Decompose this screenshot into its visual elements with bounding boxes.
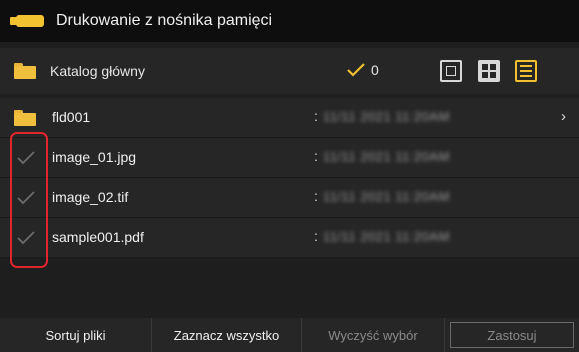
usb-drive-icon bbox=[10, 14, 44, 28]
list-view-button[interactable] bbox=[515, 60, 537, 82]
separator: : bbox=[314, 188, 318, 204]
item-name: image_02.tif bbox=[52, 189, 129, 205]
title-bar: Drukowanie z nośnika pamięci bbox=[0, 0, 579, 42]
empty-area bbox=[0, 274, 579, 314]
selected-count: 0 bbox=[346, 62, 379, 78]
thumbnail-view-button[interactable] bbox=[478, 60, 500, 82]
item-name: sample001.pdf bbox=[52, 229, 144, 245]
select-all-button[interactable]: Zaznacz wszystko bbox=[152, 318, 302, 352]
item-name: image_01.jpg bbox=[52, 149, 137, 165]
page-title: Drukowanie z nośnika pamięci bbox=[56, 12, 273, 29]
file-row-sample001[interactable]: sample001.pdf : 11/11 2021 11:20AM bbox=[0, 218, 579, 258]
clear-selection-button[interactable]: Wyczyść wybór bbox=[302, 318, 445, 352]
selected-count-value: 0 bbox=[371, 62, 379, 78]
highlight-box bbox=[10, 132, 48, 268]
folder-icon bbox=[14, 63, 36, 79]
screen: Drukowanie z nośnika pamięci Katalog głó… bbox=[0, 0, 579, 352]
checkmark-icon bbox=[347, 63, 365, 77]
chevron-right-icon: › bbox=[561, 108, 566, 125]
separator: : bbox=[314, 108, 318, 124]
apply-button-container: Zastosuj bbox=[445, 318, 579, 352]
item-date: 11/11 2021 11:20AM bbox=[323, 109, 450, 124]
sort-files-button[interactable]: Sortuj pliki bbox=[0, 318, 152, 352]
apply-button[interactable]: Zastosuj bbox=[450, 322, 574, 348]
folder-row-fld001[interactable]: fld001 : 11/11 2021 11:20AM › bbox=[0, 98, 579, 138]
file-row-image-02[interactable]: image_02.tif : 11/11 2021 11:20AM bbox=[0, 178, 579, 218]
item-date: 11/11 2021 11:20AM bbox=[323, 149, 450, 164]
bottom-bar: Sortuj pliki Zaznacz wszystko Wyczyść wy… bbox=[0, 318, 579, 352]
separator: : bbox=[314, 228, 318, 244]
item-date: 11/11 2021 11:20AM bbox=[323, 229, 450, 244]
separator: : bbox=[314, 148, 318, 164]
current-folder-label: Katalog główny bbox=[50, 63, 145, 79]
header-row: Katalog główny 0 bbox=[0, 48, 579, 94]
file-row-image-01[interactable]: image_01.jpg : 11/11 2021 11:20AM bbox=[0, 138, 579, 178]
item-name: fld001 bbox=[52, 109, 91, 125]
folder-icon bbox=[14, 110, 36, 126]
single-view-button[interactable] bbox=[440, 60, 462, 82]
item-date: 11/11 2021 11:20AM bbox=[323, 189, 450, 204]
